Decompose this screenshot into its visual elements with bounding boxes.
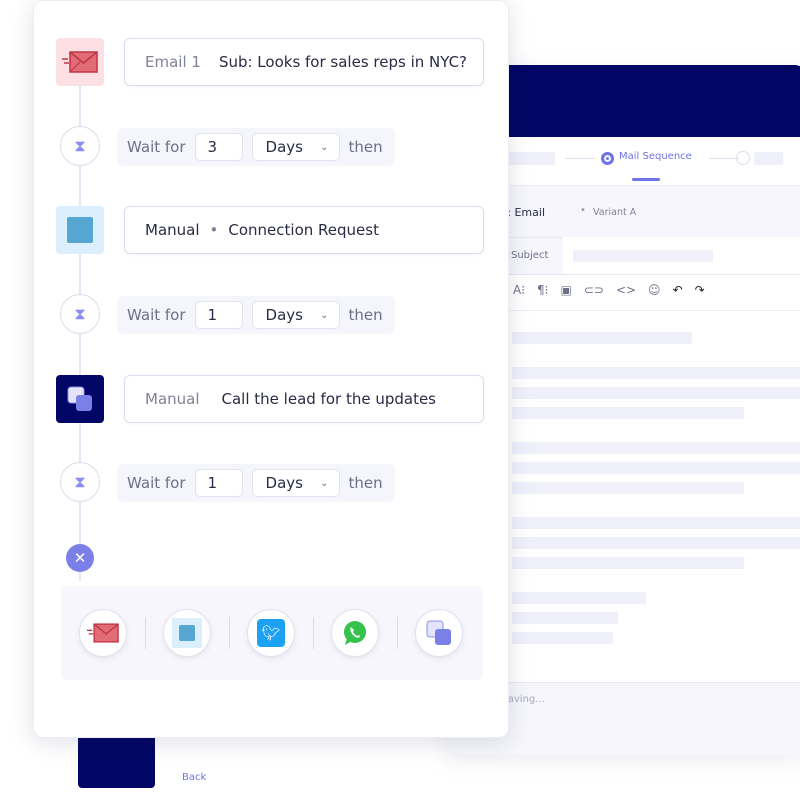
wait-days-input[interactable]: 1 — [194, 469, 243, 497]
close-button[interactable]: ✕ — [66, 544, 94, 572]
chevron-down-icon: ⌄ — [320, 141, 329, 153]
wait-label: Wait for — [127, 474, 186, 492]
wait-days-input[interactable]: 3 — [194, 133, 243, 161]
wait-row: Wait for 3 Days ⌄ then — [117, 128, 395, 166]
email-step-card[interactable]: Email 1 Sub: Looks for sales reps in NYC… — [124, 38, 484, 86]
wait-label: Wait for — [127, 306, 186, 324]
add-email-button[interactable] — [79, 609, 127, 657]
subject-label: Subject — [511, 250, 549, 261]
step-subject: Sub: Looks for sales reps in NYC? — [218, 53, 468, 71]
stepper-mail-sequence[interactable]: Mail Sequence — [619, 151, 692, 162]
manual-task-step-icon — [56, 375, 104, 423]
add-linkedin-button[interactable] — [163, 609, 211, 657]
then-label: then — [348, 306, 383, 324]
manual-task-icon — [426, 620, 451, 645]
subject-input[interactable] — [573, 250, 713, 262]
dark-block — [78, 738, 155, 788]
email-step-icon — [56, 38, 104, 86]
hourglass-icon: ⧗ — [60, 126, 100, 166]
hourglass-icon: ⧗ — [60, 294, 100, 334]
stepper-active-dot — [601, 152, 614, 165]
add-twitter-button[interactable]: 🐦︎ — [247, 609, 295, 657]
emoji-icon[interactable]: ☺ — [648, 283, 661, 297]
then-label: then — [348, 138, 383, 156]
step-text: Connection Request — [228, 221, 379, 239]
sequence-builder: Email 1 Sub: Looks for sales reps in NYC… — [33, 0, 509, 738]
manual-call-card[interactable]: Manual Call the lead for the updates — [124, 375, 484, 423]
paragraph-icon[interactable]: ¶⁝ — [537, 283, 548, 297]
chevron-down-icon: ⌄ — [320, 309, 329, 321]
close-icon: ✕ — [73, 549, 87, 567]
step-tag: Email 1 — [145, 53, 201, 71]
manual-connection-card[interactable]: Manual • Connection Request — [124, 206, 484, 254]
wait-unit-select[interactable]: Days ⌄ — [251, 301, 340, 329]
wait-unit-select[interactable]: Days ⌄ — [251, 469, 340, 497]
twitter-icon: 🐦︎ — [257, 619, 285, 647]
code-icon[interactable]: <> — [616, 283, 636, 297]
undo-icon[interactable]: ↶ — [673, 283, 683, 297]
link-icon[interactable]: ⊂⊃ — [584, 283, 604, 297]
then-label: then — [348, 474, 383, 492]
image-icon[interactable]: ▣ — [560, 283, 571, 297]
format-toolbar: A⁝ ¶⁝ ▣ ⊂⊃ <> ☺ ↶ ↷ — [513, 283, 705, 297]
step-type-palette: 🐦︎ — [61, 586, 483, 680]
wait-days-input[interactable]: 1 — [194, 301, 243, 329]
step-tag: Manual — [145, 390, 200, 408]
email-icon — [87, 623, 119, 643]
chevron-down-icon: ⌄ — [320, 477, 329, 489]
step-text: Call the lead for the updates — [221, 390, 436, 408]
step-tag: Manual — [145, 221, 200, 239]
add-whatsapp-button[interactable] — [331, 609, 379, 657]
hourglass-icon: ⧗ — [60, 462, 100, 502]
add-manual-task-button[interactable] — [415, 609, 463, 657]
wait-row: Wait for 1 Days ⌄ then — [117, 464, 395, 502]
variant-label[interactable]: Variant A — [593, 207, 636, 218]
wait-row: Wait for 1 Days ⌄ then — [117, 296, 395, 334]
linkedin-step-icon — [56, 206, 104, 254]
stepper-next-dot[interactable] — [736, 151, 750, 165]
redo-icon[interactable]: ↷ — [695, 283, 705, 297]
back-link[interactable]: Back — [182, 772, 206, 783]
wait-label: Wait for — [127, 138, 186, 156]
font-size-icon[interactable]: A⁝ — [513, 283, 525, 297]
wait-unit-select[interactable]: Days ⌄ — [251, 133, 340, 161]
linkedin-icon — [172, 618, 202, 648]
whatsapp-icon — [344, 621, 366, 645]
